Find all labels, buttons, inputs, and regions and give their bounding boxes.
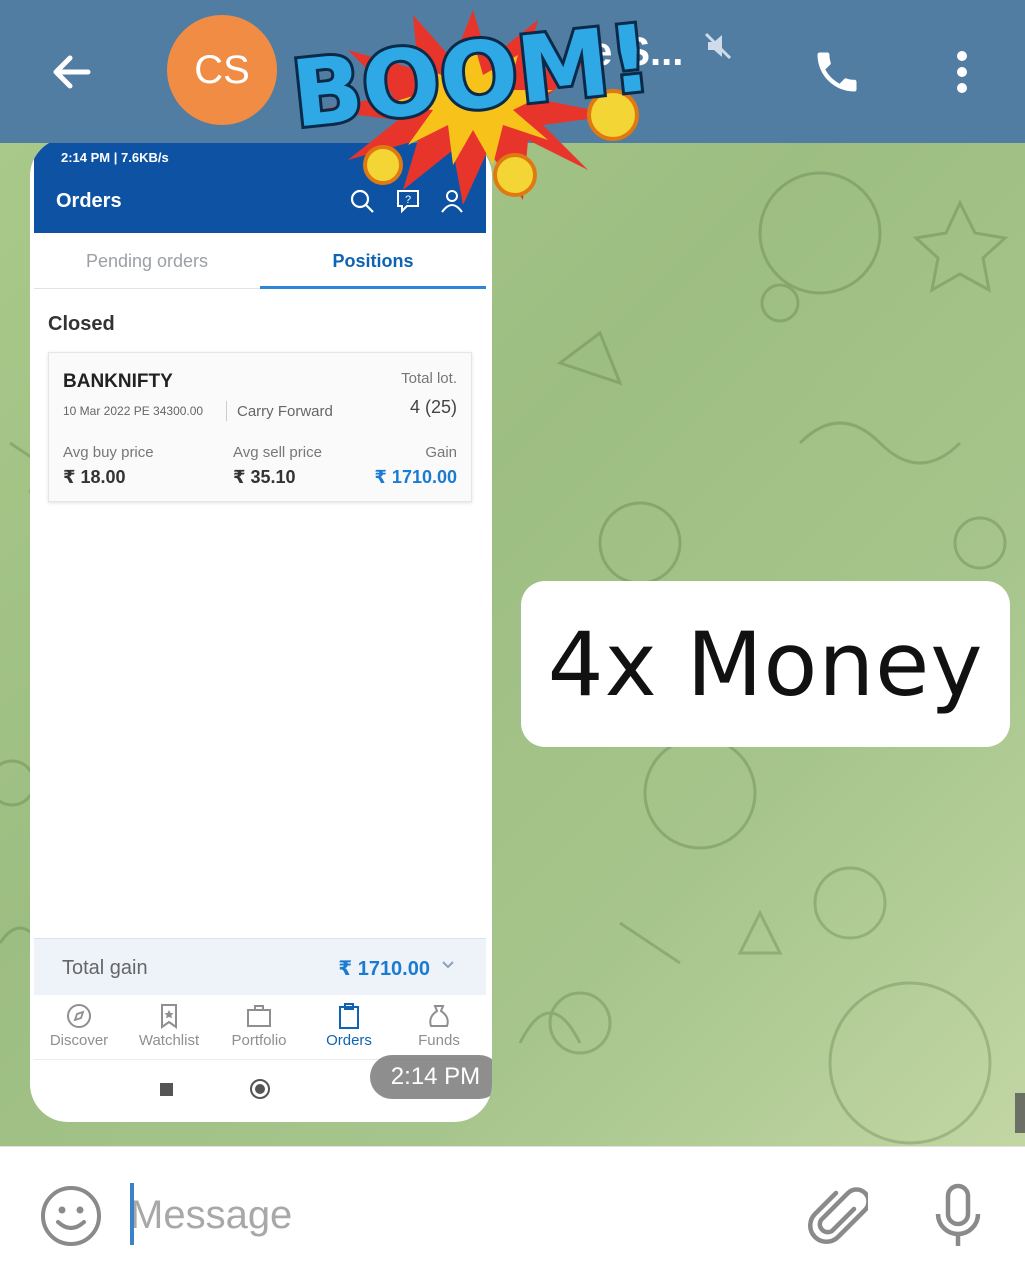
app-header: 2:14 PM | 7.6KB/s Orders ? bbox=[34, 143, 486, 233]
app-bottom-nav: Discover Watchlist Portfolio Orders Fund… bbox=[34, 996, 486, 1060]
chat-header: CS e S... bbox=[0, 0, 1025, 143]
position-product: Carry Forward bbox=[237, 403, 333, 420]
scroll-handle[interactable] bbox=[1015, 1093, 1025, 1133]
gain-value: ₹ 1710.00 bbox=[374, 467, 457, 487]
smiley-icon bbox=[41, 1186, 101, 1246]
avatar[interactable]: CS bbox=[167, 15, 277, 125]
position-card[interactable]: BANKNIFTY 10 Mar 2022 PE 34300.00 Carry … bbox=[48, 352, 472, 502]
paperclip-icon bbox=[808, 1187, 868, 1245]
nav-orders[interactable]: Orders bbox=[304, 1002, 394, 1058]
app-title: Orders bbox=[56, 190, 122, 212]
chat-title[interactable]: e S... bbox=[590, 30, 683, 75]
total-gain-bar[interactable]: Total gain ₹ 1710.00 bbox=[34, 938, 486, 995]
sticker-text: 4x Money bbox=[547, 612, 984, 716]
clipboard-icon bbox=[339, 1003, 359, 1029]
nav-label: Portfolio bbox=[231, 1032, 287, 1049]
tab-positions[interactable]: Positions bbox=[260, 233, 486, 289]
profile-icon bbox=[441, 190, 463, 213]
message-time: 2:14 PM bbox=[370, 1055, 492, 1099]
orders-tabs: Pending orders Positions bbox=[34, 233, 486, 289]
money-bag-icon bbox=[429, 1005, 449, 1027]
text-caret bbox=[130, 1183, 134, 1245]
more-vertical-icon bbox=[957, 51, 967, 93]
nav-label: Funds bbox=[418, 1032, 460, 1049]
microphone-icon bbox=[935, 1183, 981, 1246]
voice-record-button[interactable] bbox=[925, 1181, 991, 1251]
nav-label: Discover bbox=[49, 1032, 109, 1049]
total-gain-value: ₹ 1710.00 bbox=[338, 958, 430, 980]
nav-watchlist[interactable]: Watchlist bbox=[124, 1002, 214, 1058]
chevron-down-icon bbox=[442, 961, 454, 969]
avg-sell-label: Avg sell price bbox=[233, 444, 322, 461]
recents-icon bbox=[160, 1083, 173, 1096]
active-tab-indicator bbox=[260, 286, 486, 289]
help-chat-icon: ? bbox=[397, 190, 419, 214]
nav-label: Orders bbox=[326, 1032, 372, 1049]
nav-funds[interactable]: Funds bbox=[394, 1002, 484, 1058]
muted-speaker-icon bbox=[704, 32, 732, 60]
nav-discover[interactable]: Discover bbox=[34, 1002, 124, 1058]
compass-icon bbox=[67, 1004, 91, 1028]
attach-button[interactable] bbox=[805, 1181, 871, 1251]
text-sticker[interactable]: 4x Money bbox=[521, 581, 1010, 747]
more-menu-button[interactable] bbox=[940, 40, 984, 104]
status-bar-text: 2:14 PM | 7.6KB/s bbox=[61, 150, 169, 165]
image-message[interactable]: 2:14 PM | 7.6KB/s Orders ? Pending order… bbox=[30, 143, 492, 1122]
svg-text:?: ? bbox=[405, 194, 411, 206]
message-input[interactable] bbox=[130, 1183, 770, 1247]
total-lot-value: 4 (25) bbox=[409, 397, 457, 417]
message-composer bbox=[0, 1146, 1025, 1280]
call-button[interactable] bbox=[805, 40, 869, 104]
avg-sell-value: ₹ 35.10 bbox=[233, 467, 296, 487]
position-contract: 10 Mar 2022 PE 34300.00 bbox=[63, 404, 204, 418]
total-lot-label: Total lot. bbox=[401, 370, 457, 387]
search-icon bbox=[350, 189, 374, 213]
divider bbox=[226, 401, 227, 421]
gain-label: Gain bbox=[425, 444, 457, 461]
back-button[interactable] bbox=[40, 40, 104, 104]
chat-background: 2:14 PM | 7.6KB/s Orders ? Pending order… bbox=[0, 143, 1025, 1146]
bookmark-icon bbox=[161, 1004, 177, 1029]
total-gain-label: Total gain bbox=[62, 957, 148, 979]
position-symbol: BANKNIFTY bbox=[63, 371, 173, 392]
nav-portfolio[interactable]: Portfolio bbox=[214, 1002, 304, 1058]
avg-buy-label: Avg buy price bbox=[63, 444, 154, 461]
briefcase-icon bbox=[247, 1005, 271, 1027]
avg-buy-value: ₹ 18.00 bbox=[63, 467, 126, 487]
arrow-left-icon bbox=[53, 55, 91, 89]
nav-label: Watchlist bbox=[138, 1032, 200, 1049]
tab-pending-orders[interactable]: Pending orders bbox=[34, 233, 260, 289]
phone-icon bbox=[817, 52, 857, 92]
emoji-button[interactable] bbox=[38, 1183, 104, 1249]
section-heading: Closed bbox=[48, 313, 115, 335]
home-icon bbox=[250, 1079, 270, 1099]
